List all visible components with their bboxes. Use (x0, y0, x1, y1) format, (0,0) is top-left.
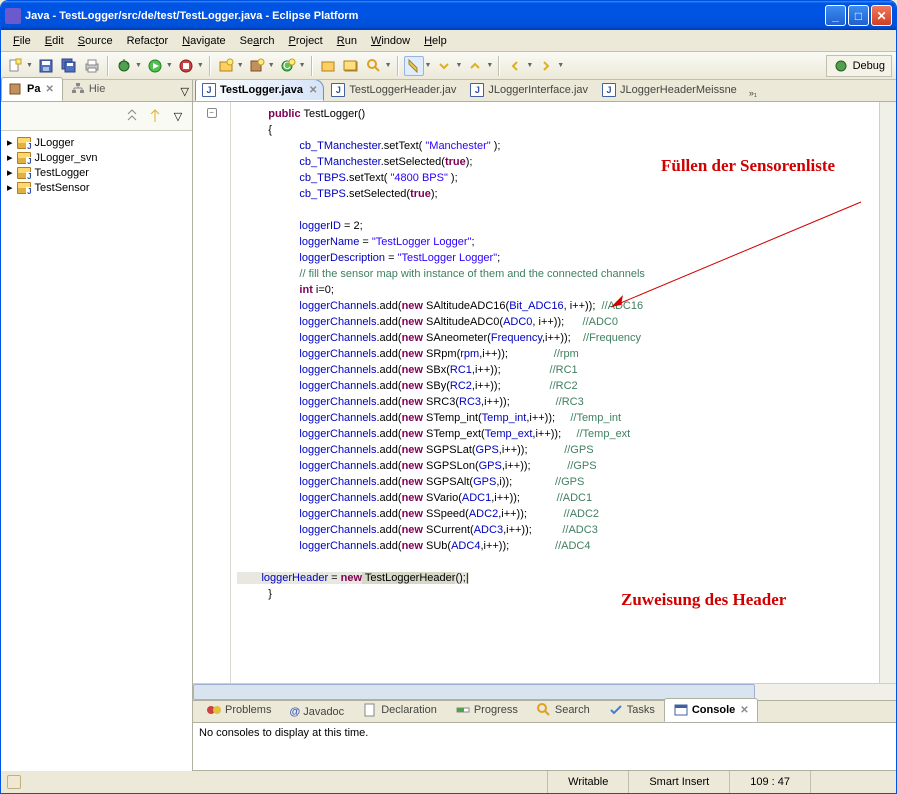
status-cursor-position: 109 : 47 (729, 771, 810, 793)
prev-annotation-button[interactable] (465, 56, 485, 76)
perspective-debug[interactable]: Debug (826, 55, 892, 77)
debug-icon (833, 58, 849, 74)
annotation-assign: Zuweisung des Header (621, 592, 786, 608)
close-icon[interactable]: ✕ (740, 705, 748, 716)
editor-tabs-overflow[interactable]: »₁ (744, 85, 762, 101)
back-button[interactable] (505, 56, 525, 76)
new-class-button[interactable]: C (278, 56, 298, 76)
tab-declaration[interactable]: Declaration (353, 698, 446, 722)
tree-project-item[interactable]: ▸JLogger_svn (7, 150, 186, 165)
project-icon (17, 137, 31, 149)
vertical-scrollbar[interactable] (879, 102, 896, 683)
project-icon (17, 167, 31, 179)
menu-search[interactable]: Search (234, 33, 281, 49)
editor-gutter[interactable]: − (193, 102, 231, 683)
minimize-button[interactable]: _ (825, 5, 846, 26)
view-menu-icon[interactable]: ▽ (178, 82, 192, 101)
java-file-icon: J (202, 83, 216, 97)
print-button[interactable] (82, 56, 102, 76)
code-editor[interactable]: Füllen der Sensorenliste Zuweisung des He… (231, 102, 879, 683)
bottom-panel: Problems @Javadoc Declaration Progress S… (193, 700, 896, 771)
menu-project[interactable]: Project (283, 33, 329, 49)
forward-button[interactable] (536, 56, 556, 76)
java-file-icon: J (331, 83, 345, 97)
tab-javadoc[interactable]: @Javadoc (280, 702, 353, 722)
tab-package-explorer[interactable]: Pa✕ (1, 77, 63, 101)
project-tree[interactable]: ▸JLogger ▸JLogger_svn ▸TestLogger ▸TestS… (1, 131, 192, 771)
editor-tab-testlogger[interactable]: JTestLogger.java✕ (195, 80, 324, 101)
tab-console[interactable]: Console✕ (664, 698, 758, 722)
menu-help[interactable]: Help (418, 33, 453, 49)
search-button[interactable] (364, 56, 384, 76)
open-task-button[interactable] (341, 56, 361, 76)
tab-tasks[interactable]: Tasks (599, 698, 664, 722)
save-all-button[interactable] (59, 56, 79, 76)
new-button[interactable] (5, 56, 25, 76)
link-editor-button[interactable] (145, 106, 165, 126)
project-icon (17, 152, 31, 164)
hierarchy-icon (70, 81, 86, 97)
menu-edit[interactable]: Edit (39, 33, 70, 49)
console-content: No consoles to display at this time. (193, 723, 896, 771)
annotation-fill: Füllen der Sensorenliste (661, 158, 835, 174)
menu-window[interactable]: Window (365, 33, 416, 49)
app-icon (5, 8, 21, 24)
javadoc-icon: @ (289, 706, 300, 718)
status-icon (7, 775, 21, 789)
editor-tabs: JTestLogger.java✕ JTestLoggerHeader.jav … (193, 80, 896, 102)
new-package-button[interactable] (247, 56, 267, 76)
perspective-label: Debug (853, 60, 885, 72)
new-project-button[interactable] (216, 56, 236, 76)
annotation-arrow-icon (601, 197, 871, 317)
tab-search[interactable]: Search (527, 698, 599, 722)
declaration-icon (362, 702, 378, 718)
package-explorer: Pa✕ Hie ▽ ▽ ▸JLogger ▸JLogger_svn ▸TestL… (1, 80, 193, 771)
close-button[interactable]: ✕ (871, 5, 892, 26)
menu-navigate[interactable]: Navigate (176, 33, 231, 49)
run-button[interactable] (145, 56, 165, 76)
menu-run[interactable]: Run (331, 33, 363, 49)
java-file-icon: J (602, 83, 616, 97)
toolbar: ▼ ▼ ▼ ▼ ▼ ▼ C▼ ▼ ▼ ▼ ▼ ▼ ▼ Debug (1, 52, 896, 80)
debug-button[interactable] (114, 56, 134, 76)
title-bar: Java - TestLogger/src/de/test/TestLogger… (1, 1, 896, 30)
close-tab-icon[interactable]: ✕ (309, 85, 317, 96)
problems-icon (206, 702, 222, 718)
open-type-button[interactable] (318, 56, 338, 76)
menu-file[interactable]: FFileile (7, 33, 37, 49)
toggle-mark-button[interactable] (404, 56, 424, 76)
collapse-all-button[interactable] (122, 106, 142, 126)
tree-project-item[interactable]: ▸TestSensor (7, 180, 186, 195)
filter-button[interactable]: ▽ (168, 106, 188, 126)
package-icon (8, 81, 24, 97)
tab-problems[interactable]: Problems (197, 698, 280, 722)
tab-progress[interactable]: Progress (446, 698, 527, 722)
tab-hierarchy[interactable]: Hie (63, 77, 115, 101)
maximize-button[interactable]: □ (848, 5, 869, 26)
status-bar: Writable Smart Insert 109 : 47 (1, 771, 896, 793)
next-annotation-button[interactable] (434, 56, 454, 76)
status-insert-mode: Smart Insert (628, 771, 729, 793)
editor-tab-testloggerheader[interactable]: JTestLoggerHeader.jav (324, 80, 463, 101)
tasks-icon (608, 702, 624, 718)
menu-refactor[interactable]: Refactor (121, 33, 175, 49)
status-writable: Writable (547, 771, 628, 793)
tree-project-item[interactable]: ▸JLogger (7, 135, 186, 150)
menu-bar: FFileile Edit Source Refactor Navigate S… (1, 30, 896, 52)
progress-icon (455, 702, 471, 718)
ext-tools-button[interactable] (176, 56, 196, 76)
close-icon[interactable]: ✕ (45, 84, 53, 95)
project-icon (17, 182, 31, 194)
tree-project-item[interactable]: ▸TestLogger (7, 165, 186, 180)
console-icon (673, 702, 689, 718)
editor-tab-jloggerinterface[interactable]: JJLoggerInterface.jav (463, 80, 595, 101)
editor-tab-jloggerheadermeissne[interactable]: JJLoggerHeaderMeissne (595, 80, 744, 101)
save-button[interactable] (36, 56, 56, 76)
menu-source[interactable]: Source (72, 33, 119, 49)
window-title: Java - TestLogger/src/de/test/TestLogger… (25, 10, 825, 22)
java-file-icon: J (470, 83, 484, 97)
search-icon (536, 702, 552, 718)
fold-toggle-icon[interactable]: − (207, 108, 217, 118)
